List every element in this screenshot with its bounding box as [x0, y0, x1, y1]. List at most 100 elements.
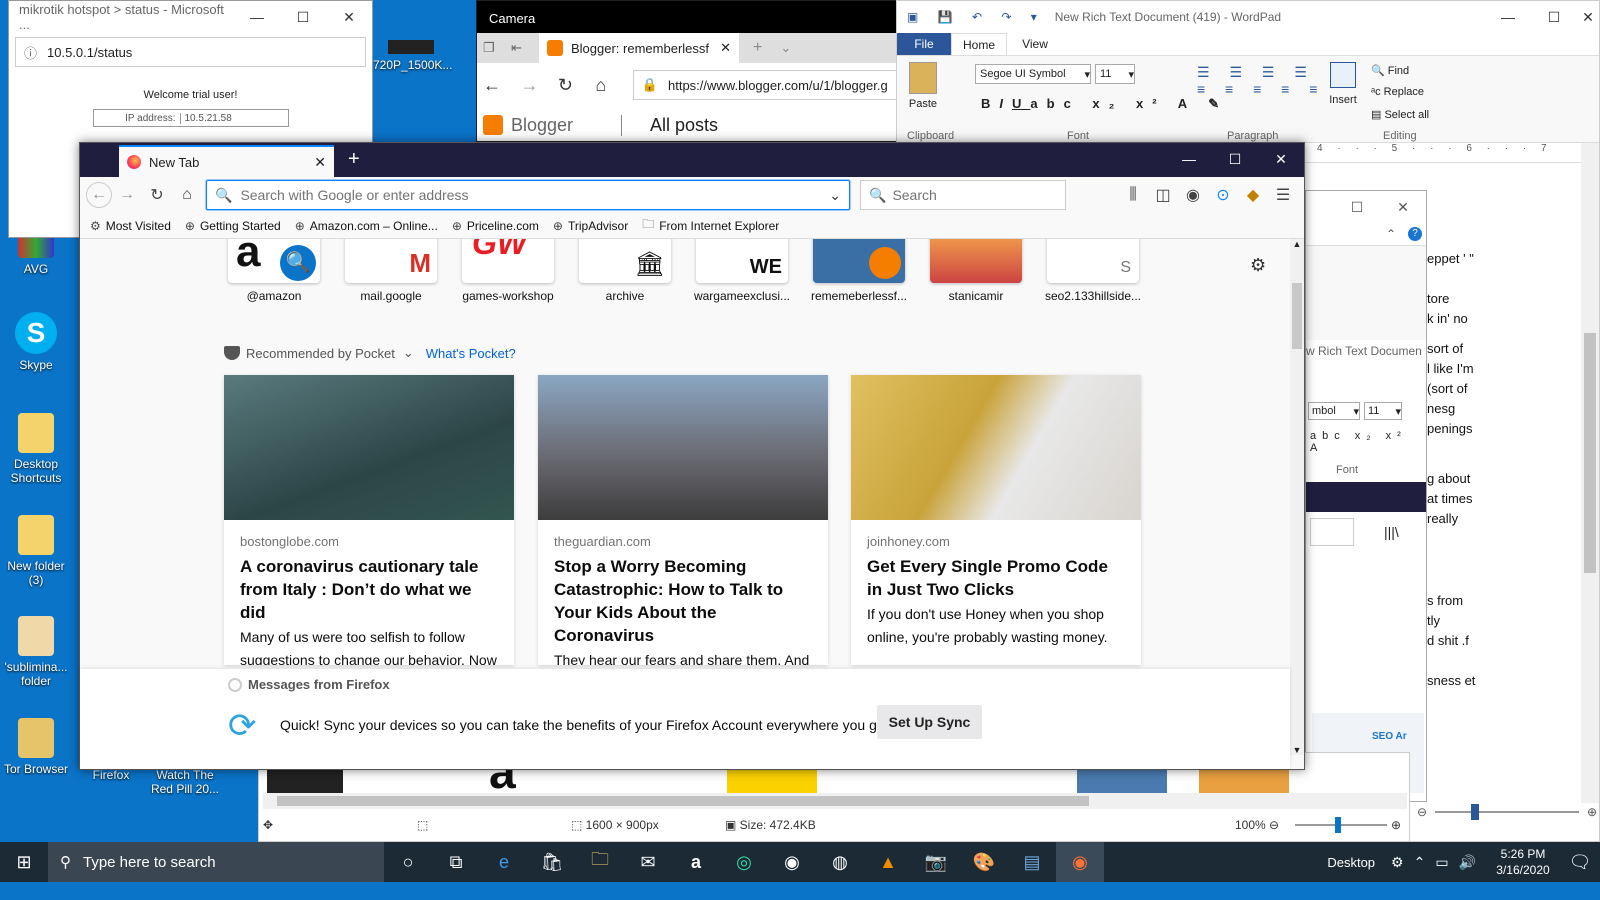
font-name-select[interactable]: Segoe UI Symbol ▾: [975, 64, 1091, 84]
sidebar-icon[interactable]: ◫: [1148, 181, 1178, 209]
camera-icon[interactable]: 📷: [912, 842, 960, 882]
font-size-select[interactable]: 11 ▾: [1364, 402, 1402, 420]
account-icon[interactable]: ◉: [1178, 181, 1208, 209]
chevron-down-icon[interactable]: ⌄: [403, 345, 414, 361]
forward-icon[interactable]: →: [520, 75, 557, 96]
library-icon[interactable]: ⫼: [1118, 181, 1148, 209]
desktop-icon-video[interactable]: 720P_1500K...: [373, 40, 452, 72]
app-icon-2[interactable]: ◍: [816, 842, 864, 882]
top-site-wargame[interactable]: WE wargameexclusi...: [692, 239, 792, 303]
desktop-icon-new-folder[interactable]: New folder (3): [1, 515, 71, 587]
system-tray-icons[interactable]: ⚙⌃▭🔊: [1391, 854, 1486, 871]
home-icon[interactable]: ⌂: [172, 181, 202, 209]
wordpad-icon[interactable]: ▤: [1008, 842, 1056, 882]
paste-button[interactable]: Paste: [905, 62, 941, 110]
font-size-select[interactable]: 11 ▾: [1095, 64, 1135, 84]
desktop-toolbar-label[interactable]: Desktop: [1327, 855, 1375, 870]
reload-icon[interactable]: ↻: [142, 181, 172, 209]
bookmark-priceline[interactable]: ⊕ Priceline.com: [452, 219, 539, 233]
back-icon[interactable]: ←: [86, 182, 112, 208]
back-icon[interactable]: ←: [483, 75, 520, 96]
font-name-select[interactable]: mbol ▾: [1308, 402, 1360, 420]
menu-icon[interactable]: ☰: [1268, 181, 1298, 209]
zoom-out-icon[interactable]: ⊖: [1269, 818, 1279, 832]
scrollbar-thumb[interactable]: [1584, 333, 1596, 573]
top-site-gmail[interactable]: Mmail.google: [341, 239, 441, 303]
zoom-slider-thumb[interactable]: [1471, 804, 1480, 820]
whats-pocket-link[interactable]: What's Pocket?: [426, 346, 516, 361]
zoom-out-icon[interactable]: ⊖: [1417, 805, 1427, 819]
move-icon[interactable]: ✥: [263, 818, 273, 832]
minimize-button[interactable]: —: [1166, 151, 1212, 167]
maximize-button[interactable]: ☐: [1531, 9, 1577, 26]
story-card[interactable]: theguardian.com Stop a Worry Becoming Ca…: [538, 375, 828, 665]
close-button[interactable]: ✕: [1258, 151, 1304, 168]
scroll-down-icon[interactable]: ▼: [1290, 745, 1304, 755]
top-site-amazon[interactable]: a 🔍 @amazon: [224, 239, 324, 303]
find-button[interactable]: 🔍 Find: [1371, 64, 1409, 77]
scrollbar-horizontal[interactable]: [263, 793, 1407, 809]
close-button[interactable]: ✕: [326, 9, 372, 26]
search-box[interactable]: 🔍 Search: [860, 180, 1066, 210]
download-icon[interactable]: ⊙: [1208, 181, 1238, 209]
replace-button[interactable]: ᵃc Replace: [1371, 86, 1424, 98]
scrollbar-vertical[interactable]: [1581, 143, 1599, 803]
desktop-icon-subliminal-folder[interactable]: 'sublimina... folder: [1, 616, 71, 688]
home-icon[interactable]: ⌂: [595, 75, 632, 96]
clock[interactable]: 5:26 PM 3/16/2020: [1486, 846, 1560, 878]
desktop-icon-firefox[interactable]: Firefox: [76, 768, 146, 782]
minimize-button[interactable]: —: [1485, 9, 1531, 25]
amazon-icon[interactable]: a: [672, 842, 720, 882]
zoom-slider-thumb[interactable]: [1335, 817, 1341, 833]
mail-icon[interactable]: ✉: [624, 842, 672, 882]
vlc-icon[interactable]: ▲: [864, 842, 912, 882]
tab-actions-icon-2[interactable]: ⇤: [511, 40, 539, 56]
bookmark-amazon[interactable]: ⊕ Amazon.com – Online...: [295, 219, 438, 233]
tab-new-tab[interactable]: New Tab ✕: [119, 145, 334, 177]
story-card[interactable]: bostonglobe.com A coronavirus cautionary…: [224, 375, 514, 665]
cortana-icon[interactable]: ○: [384, 842, 432, 882]
new-tab-icon[interactable]: +: [753, 39, 762, 57]
maximize-button[interactable]: ☐: [280, 9, 326, 26]
tripadvisor-icon[interactable]: ◎: [720, 842, 768, 882]
desktop-icon-avg[interactable]: AVG: [1, 232, 71, 276]
paragraph-buttons[interactable]: ☰ ☰ ☰ ☰ ≡ ≡ ≡ ≡ ≡: [1197, 64, 1325, 97]
desktop-icon-desktop-shortcuts[interactable]: Desktop Shortcuts: [1, 413, 71, 485]
desktop-icon-tor-browser[interactable]: Tor Browser: [1, 718, 71, 776]
minimize-button[interactable]: —: [234, 9, 280, 25]
bookmark-most-visited[interactable]: ⚙ Most Visited: [90, 219, 171, 233]
top-site-stanicamir[interactable]: stanicamir: [926, 239, 1026, 303]
close-button[interactable]: ✕: [1380, 199, 1426, 216]
edge-icon[interactable]: e: [480, 842, 528, 882]
bookmark-tripadvisor[interactable]: ⊕ TripAdvisor: [553, 219, 628, 233]
close-tab-icon[interactable]: ✕: [314, 154, 326, 171]
maximize-button[interactable]: ☐: [1212, 151, 1258, 168]
tab-actions-icon[interactable]: ❐: [483, 40, 511, 56]
top-site-blogger[interactable]: rememeberlessf...: [809, 239, 909, 303]
maximize-button[interactable]: ☐: [1334, 199, 1380, 216]
desktop-icon-red-pill[interactable]: Watch The Red Pill 20...: [150, 768, 220, 796]
chevron-down-icon[interactable]: ⌄: [829, 187, 841, 204]
library-icon[interactable]: |||\: [1384, 524, 1399, 540]
chevron-up-icon[interactable]: ⌃: [1386, 227, 1396, 241]
help-icon[interactable]: ?: [1408, 227, 1422, 241]
firefox-scrollbar[interactable]: ▲ ▼: [1290, 239, 1304, 755]
taskbar-search[interactable]: ⚲ Type here to search: [48, 842, 384, 882]
tab-home[interactable]: Home: [951, 33, 1007, 55]
quick-access-icons[interactable]: ▣ 💾 ↶ ↷ ▾: [907, 10, 1045, 24]
address-bar[interactable]: 🔒 https://www.blogger.com/u/1/blogger.g: [632, 70, 899, 100]
extension-icon[interactable]: ◆: [1238, 181, 1268, 209]
paint-icon[interactable]: 🎨: [960, 842, 1008, 882]
chevron-down-icon[interactable]: ⌄: [780, 40, 791, 56]
firefox-taskbar-icon[interactable]: ◉: [1056, 842, 1104, 882]
new-tab-icon[interactable]: +: [348, 148, 360, 171]
tab-file[interactable]: File: [897, 33, 951, 55]
close-tab-icon[interactable]: ✕: [720, 40, 731, 56]
scrollbar-thumb[interactable]: [277, 796, 1089, 806]
selection-icon[interactable]: ⬚: [417, 818, 428, 832]
setup-sync-button[interactable]: Set Up Sync: [877, 705, 982, 739]
zoom-slider[interactable]: [1435, 804, 1579, 820]
top-site-archive[interactable]: 🏛 archive: [575, 239, 675, 303]
top-site-seo2[interactable]: Sseo2.133hillside...: [1043, 239, 1143, 303]
bookmark-getting-started[interactable]: ⊕ Getting Started: [185, 219, 281, 233]
